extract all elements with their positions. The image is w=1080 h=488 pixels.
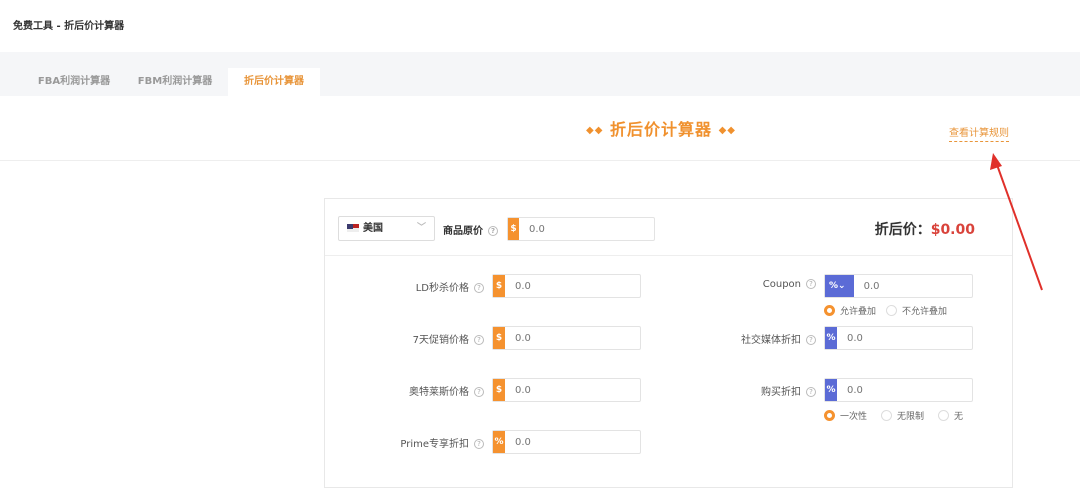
annotation-arrow-icon [990, 153, 1043, 291]
